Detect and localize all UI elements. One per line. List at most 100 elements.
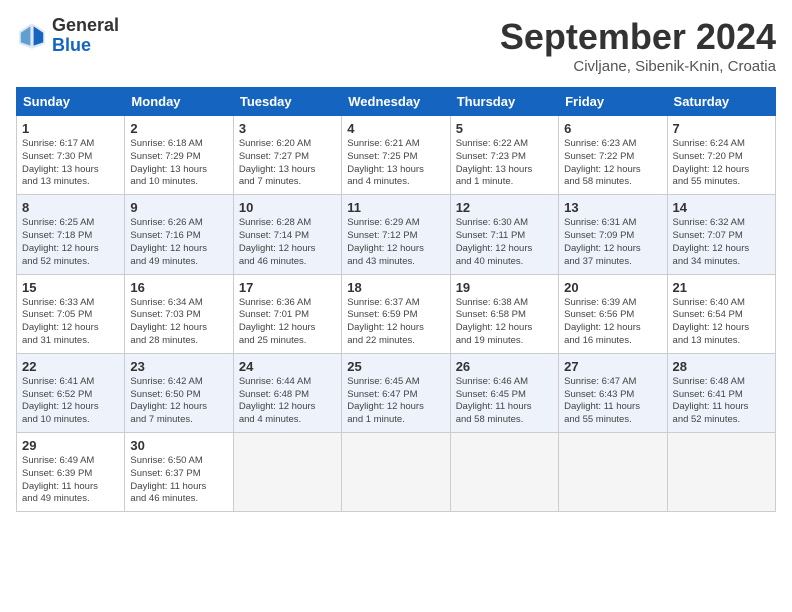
day-number: 27 xyxy=(564,359,661,374)
day-number: 21 xyxy=(673,280,770,295)
day-number: 18 xyxy=(347,280,444,295)
calendar-day-header: Monday xyxy=(125,88,233,116)
calendar-cell: 30 Sunrise: 6:50 AM Sunset: 6:37 PM Dayli… xyxy=(125,433,233,512)
calendar-cell: 11 Sunrise: 6:29 AM Sunset: 7:12 PM Dayli… xyxy=(342,195,450,274)
day-info: Sunrise: 6:29 AM Sunset: 7:12 PM Dayligh… xyxy=(347,217,444,268)
calendar-cell: 15Sunrise: 6:33 AM Sunset: 7:05 PM Dayli… xyxy=(17,274,125,353)
day-number: 16 xyxy=(130,280,227,295)
day-number: 26 xyxy=(456,359,553,374)
month-title: September 2024 xyxy=(500,16,776,58)
calendar-cell xyxy=(559,433,667,512)
logo: General Blue xyxy=(16,16,119,56)
day-number: 29 xyxy=(22,438,119,453)
day-number: 22 xyxy=(22,359,119,374)
calendar-cell: 5 Sunrise: 6:22 AM Sunset: 7:23 PM Daylig… xyxy=(450,116,558,195)
day-number: 1 xyxy=(22,121,119,136)
day-info: Sunrise: 6:22 AM Sunset: 7:23 PM Dayligh… xyxy=(456,138,553,189)
day-info: Sunrise: 6:40 AM Sunset: 6:54 PM Dayligh… xyxy=(673,297,770,348)
day-info: Sunrise: 6:41 AM Sunset: 6:52 PM Dayligh… xyxy=(22,376,119,427)
day-number: 2 xyxy=(130,121,227,136)
calendar-cell: 8 Sunrise: 6:25 AM Sunset: 7:18 PM Daylig… xyxy=(17,195,125,274)
day-info: Sunrise: 6:17 AM Sunset: 7:30 PM Dayligh… xyxy=(22,138,119,189)
calendar-day-header: Wednesday xyxy=(342,88,450,116)
logo-text: General Blue xyxy=(52,16,119,56)
day-info: Sunrise: 6:26 AM Sunset: 7:16 PM Dayligh… xyxy=(130,217,227,268)
location: Civljane, Sibenik-Knin, Croatia xyxy=(500,58,776,75)
calendar-cell: 2Sunrise: 6:18 AM Sunset: 7:29 PM Daylig… xyxy=(125,116,233,195)
day-number: 13 xyxy=(564,200,661,215)
calendar-cell xyxy=(233,433,341,512)
calendar-cell: 24 Sunrise: 6:44 AM Sunset: 6:48 PM Dayli… xyxy=(233,353,341,432)
calendar-cell: 14 Sunrise: 6:32 AM Sunset: 7:07 PM Dayli… xyxy=(667,195,775,274)
day-number: 9 xyxy=(130,200,227,215)
day-info: Sunrise: 6:30 AM Sunset: 7:11 PM Dayligh… xyxy=(456,217,553,268)
day-info: Sunrise: 6:48 AM Sunset: 6:41 PM Dayligh… xyxy=(673,376,770,427)
calendar-day-header: Friday xyxy=(559,88,667,116)
calendar-day-header: Sunday xyxy=(17,88,125,116)
day-number: 30 xyxy=(130,438,227,453)
calendar-cell: 19 Sunrise: 6:38 AM Sunset: 6:58 PM Dayli… xyxy=(450,274,558,353)
day-number: 24 xyxy=(239,359,336,374)
calendar-cell: 6Sunrise: 6:23 AM Sunset: 7:22 PM Daylig… xyxy=(559,116,667,195)
day-number: 11 xyxy=(347,200,444,215)
calendar-week-row: 22 Sunrise: 6:41 AM Sunset: 6:52 PM Dayli… xyxy=(17,353,776,432)
day-info: Sunrise: 6:24 AM Sunset: 7:20 PM Dayligh… xyxy=(673,138,770,189)
day-info: Sunrise: 6:44 AM Sunset: 6:48 PM Dayligh… xyxy=(239,376,336,427)
calendar-cell: 28Sunrise: 6:48 AM Sunset: 6:41 PM Dayli… xyxy=(667,353,775,432)
day-info: Sunrise: 6:39 AM Sunset: 6:56 PM Dayligh… xyxy=(564,297,661,348)
title-block: September 2024 Civljane, Sibenik-Knin, C… xyxy=(500,16,776,75)
day-number: 3 xyxy=(239,121,336,136)
day-number: 8 xyxy=(22,200,119,215)
calendar-cell: 1 Sunrise: 6:17 AM Sunset: 7:30 PM Daylig… xyxy=(17,116,125,195)
day-number: 5 xyxy=(456,121,553,136)
calendar-cell: 9 Sunrise: 6:26 AM Sunset: 7:16 PM Daylig… xyxy=(125,195,233,274)
day-info: Sunrise: 6:23 AM Sunset: 7:22 PM Dayligh… xyxy=(564,138,661,189)
day-number: 12 xyxy=(456,200,553,215)
day-info: Sunrise: 6:31 AM Sunset: 7:09 PM Dayligh… xyxy=(564,217,661,268)
day-info: Sunrise: 6:32 AM Sunset: 7:07 PM Dayligh… xyxy=(673,217,770,268)
day-info: Sunrise: 6:36 AM Sunset: 7:01 PM Dayligh… xyxy=(239,297,336,348)
day-number: 14 xyxy=(673,200,770,215)
calendar-cell: 20 Sunrise: 6:39 AM Sunset: 6:56 PM Dayli… xyxy=(559,274,667,353)
day-info: Sunrise: 6:49 AM Sunset: 6:39 PM Dayligh… xyxy=(22,455,119,506)
day-info: Sunrise: 6:28 AM Sunset: 7:14 PM Dayligh… xyxy=(239,217,336,268)
day-number: 19 xyxy=(456,280,553,295)
calendar-cell xyxy=(667,433,775,512)
day-info: Sunrise: 6:25 AM Sunset: 7:18 PM Dayligh… xyxy=(22,217,119,268)
calendar-cell: 16Sunrise: 6:34 AM Sunset: 7:03 PM Dayli… xyxy=(125,274,233,353)
logo-general: General xyxy=(52,16,119,36)
calendar-header-row: SundayMondayTuesdayWednesdayThursdayFrid… xyxy=(17,88,776,116)
calendar-cell: 29 Sunrise: 6:49 AM Sunset: 6:39 PM Dayli… xyxy=(17,433,125,512)
logo-blue: Blue xyxy=(52,36,119,56)
calendar-cell: 25Sunrise: 6:45 AM Sunset: 6:47 PM Dayli… xyxy=(342,353,450,432)
calendar-table: SundayMondayTuesdayWednesdayThursdayFrid… xyxy=(16,87,776,512)
calendar-week-row: 8 Sunrise: 6:25 AM Sunset: 7:18 PM Daylig… xyxy=(17,195,776,274)
calendar-week-row: 15Sunrise: 6:33 AM Sunset: 7:05 PM Dayli… xyxy=(17,274,776,353)
calendar-day-header: Thursday xyxy=(450,88,558,116)
day-info: Sunrise: 6:38 AM Sunset: 6:58 PM Dayligh… xyxy=(456,297,553,348)
calendar-cell: 23Sunrise: 6:42 AM Sunset: 6:50 PM Dayli… xyxy=(125,353,233,432)
day-info: Sunrise: 6:50 AM Sunset: 6:37 PM Dayligh… xyxy=(130,455,227,506)
day-info: Sunrise: 6:37 AM Sunset: 6:59 PM Dayligh… xyxy=(347,297,444,348)
calendar-cell xyxy=(450,433,558,512)
calendar-day-header: Saturday xyxy=(667,88,775,116)
calendar-cell: 22 Sunrise: 6:41 AM Sunset: 6:52 PM Dayli… xyxy=(17,353,125,432)
day-number: 20 xyxy=(564,280,661,295)
calendar-cell: 12 Sunrise: 6:30 AM Sunset: 7:11 PM Dayli… xyxy=(450,195,558,274)
day-info: Sunrise: 6:21 AM Sunset: 7:25 PM Dayligh… xyxy=(347,138,444,189)
calendar-cell xyxy=(342,433,450,512)
day-number: 10 xyxy=(239,200,336,215)
calendar-week-row: 29 Sunrise: 6:49 AM Sunset: 6:39 PM Dayli… xyxy=(17,433,776,512)
day-info: Sunrise: 6:33 AM Sunset: 7:05 PM Dayligh… xyxy=(22,297,119,348)
day-info: Sunrise: 6:47 AM Sunset: 6:43 PM Dayligh… xyxy=(564,376,661,427)
page-header: General Blue September 2024 Civljane, Si… xyxy=(16,16,776,75)
calendar-day-header: Tuesday xyxy=(233,88,341,116)
logo-icon xyxy=(16,20,48,52)
calendar-cell: 18 Sunrise: 6:37 AM Sunset: 6:59 PM Dayli… xyxy=(342,274,450,353)
day-info: Sunrise: 6:20 AM Sunset: 7:27 PM Dayligh… xyxy=(239,138,336,189)
calendar-cell: 17Sunrise: 6:36 AM Sunset: 7:01 PM Dayli… xyxy=(233,274,341,353)
calendar-week-row: 1 Sunrise: 6:17 AM Sunset: 7:30 PM Daylig… xyxy=(17,116,776,195)
calendar-cell: 10 Sunrise: 6:28 AM Sunset: 7:14 PM Dayli… xyxy=(233,195,341,274)
day-info: Sunrise: 6:45 AM Sunset: 6:47 PM Dayligh… xyxy=(347,376,444,427)
day-number: 4 xyxy=(347,121,444,136)
